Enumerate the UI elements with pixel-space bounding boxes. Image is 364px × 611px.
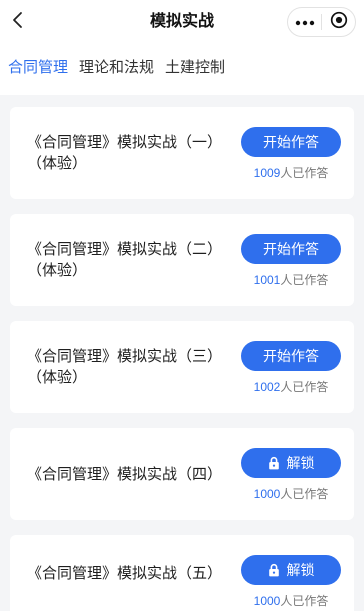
exam-button-label: 解锁: [286, 562, 315, 578]
lock-icon: [268, 563, 280, 577]
exam-title: 《合同管理》模拟实战（一） （体验）: [10, 132, 228, 174]
back-button[interactable]: [3, 8, 31, 36]
answer-count-number: 1009: [253, 166, 281, 180]
answer-count: 1009人已作答: [254, 165, 329, 181]
answer-count-label: 人已作答: [280, 166, 329, 180]
more-button[interactable]: [288, 8, 321, 36]
exam-button-label: 开始作答: [263, 134, 319, 150]
exam-actions: 开始作答 1001人已作答: [241, 234, 341, 288]
tab-theory-and-regulations[interactable]: 理论和法规: [79, 58, 154, 78]
tab-contract-management[interactable]: 合同管理: [8, 58, 68, 78]
unlock-button[interactable]: 解锁: [241, 448, 341, 478]
answer-count: 1001人已作答: [254, 272, 329, 288]
exam-title-text: 《合同管理》模拟实战（一）: [27, 134, 223, 151]
answer-count: 1000人已作答: [254, 593, 329, 609]
exam-title: 《合同管理》模拟实战（二） （体验）: [10, 239, 228, 281]
exam-card[interactable]: 《合同管理》模拟实战（四） 解锁 1000人已作答: [10, 428, 354, 520]
exam-title-tag: （体验）: [27, 262, 88, 279]
exam-card[interactable]: 《合同管理》模拟实战（一） （体验） 开始作答 1009人已作答: [10, 107, 354, 199]
exam-title-tag: （体验）: [27, 155, 88, 172]
start-answer-button[interactable]: 开始作答: [241, 341, 341, 371]
exam-actions: 开始作答 1009人已作答: [241, 127, 341, 181]
more-dots-icon: [295, 13, 315, 31]
exam-actions: 解锁 1000人已作答: [241, 448, 341, 502]
nav-bar: 模拟实战: [0, 0, 364, 44]
exam-button-label: 开始作答: [263, 348, 319, 364]
exam-title-tag: （体验）: [27, 369, 88, 386]
answer-count-label: 人已作答: [280, 273, 329, 287]
answer-count-label: 人已作答: [280, 487, 329, 501]
app-root: 模拟实战 合同管理 理论和法规 土建控制 《合同管理》模拟实战（一） （体验） …: [0, 0, 364, 611]
exam-button-label: 解锁: [286, 455, 315, 471]
answer-count-number: 1001: [253, 273, 281, 287]
answer-count: 1002人已作答: [254, 379, 329, 395]
exam-button-label: 开始作答: [263, 241, 319, 257]
start-answer-button[interactable]: 开始作答: [241, 127, 341, 157]
exam-list: 《合同管理》模拟实战（一） （体验） 开始作答 1009人已作答 《合同管理》模…: [0, 95, 364, 611]
exam-title: 《合同管理》模拟实战（五）: [10, 563, 228, 584]
exam-title-text: 《合同管理》模拟实战（五）: [27, 564, 223, 582]
answer-count: 1000人已作答: [254, 486, 329, 502]
answer-count-number: 1000: [253, 487, 281, 501]
chevron-left-icon: [11, 11, 23, 34]
subject-tabs: 合同管理 理论和法规 土建控制: [0, 44, 364, 95]
exam-card[interactable]: 《合同管理》模拟实战（三） （体验） 开始作答 1002人已作答: [10, 321, 354, 413]
exam-title-text: 《合同管理》模拟实战（二）: [27, 241, 223, 258]
exam-title-text: 《合同管理》模拟实战（三）: [27, 348, 223, 365]
answer-count-number: 1002: [253, 380, 281, 394]
answer-count-label: 人已作答: [280, 380, 329, 394]
exam-actions: 开始作答 1002人已作答: [241, 341, 341, 395]
tab-civil-construction-control[interactable]: 土建控制: [165, 58, 225, 78]
exam-card[interactable]: 《合同管理》模拟实战（二） （体验） 开始作答 1001人已作答: [10, 214, 354, 306]
exam-title-text: 《合同管理》模拟实战（四）: [27, 465, 223, 483]
menu-capsule: [287, 7, 356, 37]
exam-actions: 解锁 1000人已作答: [241, 555, 341, 609]
home-button[interactable]: [322, 8, 355, 36]
unlock-button[interactable]: 解锁: [241, 555, 341, 585]
exam-card[interactable]: 《合同管理》模拟实战（五） 解锁 1000人已作答: [10, 535, 354, 611]
answer-count-label: 人已作答: [280, 594, 329, 608]
lock-icon: [268, 456, 280, 470]
target-circle-icon: [330, 11, 348, 34]
exam-title: 《合同管理》模拟实战（四）: [10, 464, 228, 485]
exam-title: 《合同管理》模拟实战（三） （体验）: [10, 346, 228, 388]
page-title: 模拟实战: [149, 13, 214, 30]
answer-count-number: 1000: [253, 594, 281, 608]
start-answer-button[interactable]: 开始作答: [241, 234, 341, 264]
